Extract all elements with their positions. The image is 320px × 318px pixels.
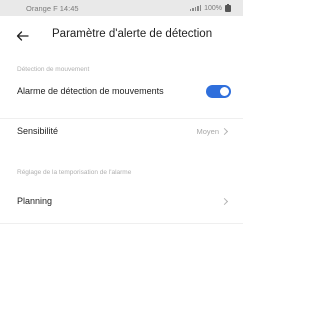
motion-alarm-row[interactable]: Alarme de détection de mouvements <box>0 78 243 104</box>
planning-label: Planning <box>17 196 53 206</box>
planning-row[interactable]: Planning <box>0 188 243 214</box>
motion-alarm-toggle[interactable] <box>206 84 231 98</box>
motion-alarm-label: Alarme de détection de mouvements <box>17 86 164 96</box>
signal-icon <box>189 5 202 11</box>
sensitivity-row[interactable]: Sensibilité Moyen <box>0 118 243 144</box>
sensitivity-value-wrap: Moyen <box>196 126 229 136</box>
status-indicators: 100% <box>189 3 231 12</box>
chevron-right-icon <box>220 127 229 135</box>
sensitivity-label: Sensibilité <box>17 126 59 136</box>
page-title: Paramètre d'alerte de détection <box>52 28 213 40</box>
battery-percent: 100% <box>204 4 222 12</box>
status-bar: Orange F 14:45 100% <box>0 0 243 16</box>
chevron-right-icon <box>220 197 229 205</box>
section-label-motion: Détection de mouvement <box>17 66 90 73</box>
divider <box>0 223 243 224</box>
sensitivity-value: Moyen <box>196 126 219 136</box>
planning-chevron-wrap <box>220 197 229 205</box>
section-label-timing: Réglage de la temporisation de l'alarme <box>17 169 132 176</box>
battery-icon <box>225 3 231 12</box>
back-button[interactable] <box>14 28 30 44</box>
carrier-time: Orange F 14:45 <box>26 3 79 13</box>
back-arrow-icon <box>16 31 29 41</box>
toggle-knob <box>220 86 229 96</box>
header: Paramètre d'alerte de détection <box>0 16 243 56</box>
